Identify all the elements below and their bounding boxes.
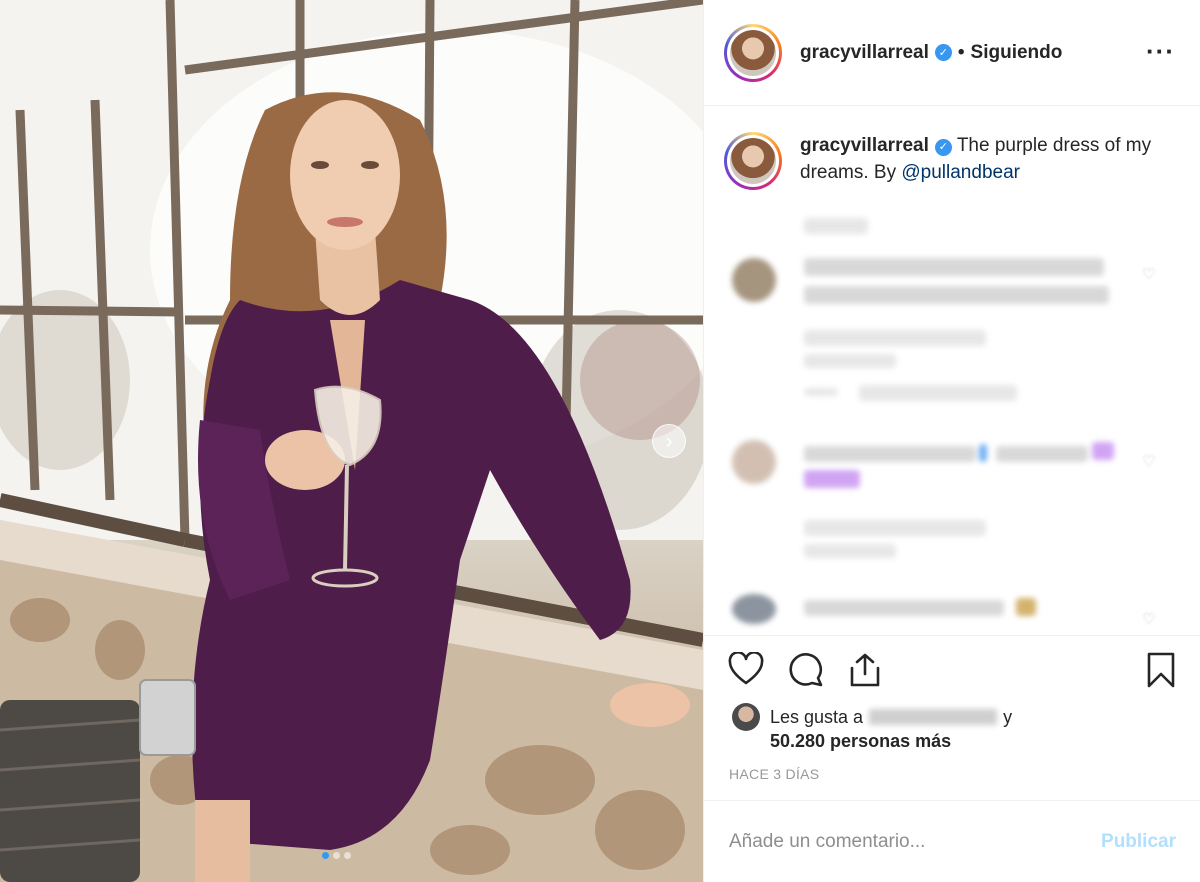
blurred-comment bbox=[804, 286, 1109, 304]
comment-input[interactable] bbox=[729, 830, 1102, 853]
blurred-emoji bbox=[1016, 598, 1036, 616]
blurred-emoji bbox=[979, 444, 987, 462]
blurred-meta bbox=[804, 388, 838, 396]
carousel-dot bbox=[333, 852, 340, 859]
comment-bubble-icon[interactable] bbox=[788, 651, 824, 692]
separator-dot: • bbox=[957, 41, 965, 63]
comment-like-icon[interactable]: ♡ bbox=[1142, 452, 1155, 470]
blurred-time bbox=[804, 218, 868, 234]
caption-text: gracyvillarreal ✓ The purple dress of my … bbox=[800, 132, 1180, 190]
blurred-emoji bbox=[804, 470, 860, 488]
likes-suffix: y bbox=[1003, 707, 1013, 727]
blurred-meta bbox=[804, 544, 896, 558]
post-timestamp[interactable]: HACE 3 DÍAS bbox=[729, 766, 819, 782]
carousel-dot bbox=[322, 852, 329, 859]
likes-text: Les gusta a y 50.280 personas más bbox=[770, 705, 1012, 753]
post-side-panel: gracyvillarreal ✓ • Siguiendo ··· gracyv… bbox=[703, 0, 1200, 882]
blurred-liker-name bbox=[869, 709, 998, 725]
blurred-meta bbox=[804, 354, 896, 368]
photo-illustration bbox=[0, 0, 703, 882]
post-header: gracyvillarreal ✓ • Siguiendo ··· bbox=[704, 0, 1200, 106]
publish-button[interactable]: Publicar bbox=[1101, 831, 1176, 853]
comment-avatar[interactable] bbox=[732, 440, 776, 484]
blurred-meta bbox=[804, 330, 986, 346]
likes-count-link[interactable]: 50.280 personas más bbox=[770, 731, 951, 751]
likes-prefix: Les gusta a bbox=[770, 707, 864, 727]
likes-summary: Les gusta a y 50.280 personas más bbox=[732, 703, 1012, 753]
comment-like-icon[interactable]: ♡ bbox=[1142, 265, 1155, 283]
caption-mention-link[interactable]: @pullandbear bbox=[901, 162, 1020, 183]
verified-badge-icon: ✓ bbox=[934, 44, 952, 61]
blurred-emoji bbox=[1092, 442, 1114, 460]
avatar[interactable] bbox=[724, 23, 782, 82]
carousel-next-button[interactable]: › bbox=[652, 424, 686, 458]
blurred-comment bbox=[804, 446, 976, 462]
caption-username[interactable]: gracyvillarreal bbox=[800, 135, 929, 156]
caption-avatar[interactable] bbox=[724, 132, 782, 190]
heart-icon[interactable] bbox=[728, 651, 764, 691]
share-icon[interactable] bbox=[848, 652, 882, 693]
post-photo[interactable]: › bbox=[0, 0, 703, 882]
chevron-right-icon: › bbox=[665, 428, 673, 453]
comment-avatar[interactable] bbox=[732, 258, 776, 302]
liker-avatar[interactable] bbox=[732, 703, 760, 731]
following-button[interactable]: Siguiendo bbox=[971, 42, 1063, 64]
blurred-comment bbox=[804, 258, 1104, 276]
bookmark-icon[interactable] bbox=[1146, 652, 1176, 693]
blurred-comment bbox=[804, 600, 1004, 616]
carousel-dot bbox=[344, 852, 351, 859]
verified-badge-icon: ✓ bbox=[934, 139, 952, 156]
blurred-meta bbox=[859, 385, 1017, 401]
carousel-indicator bbox=[322, 852, 351, 859]
avatar-photo bbox=[730, 29, 776, 76]
avatar-photo bbox=[730, 138, 776, 184]
blurred-meta bbox=[804, 520, 986, 536]
blurred-comment bbox=[996, 446, 1088, 462]
header-username[interactable]: gracyvillarreal bbox=[800, 42, 929, 64]
caption: gracyvillarreal ✓ The purple dress of my … bbox=[724, 132, 1184, 190]
comment-avatar[interactable] bbox=[732, 594, 776, 624]
more-options-icon[interactable]: ··· bbox=[1146, 36, 1175, 67]
comment-form: Publicar bbox=[704, 800, 1200, 882]
comment-like-icon[interactable]: ♡ bbox=[1142, 610, 1155, 628]
